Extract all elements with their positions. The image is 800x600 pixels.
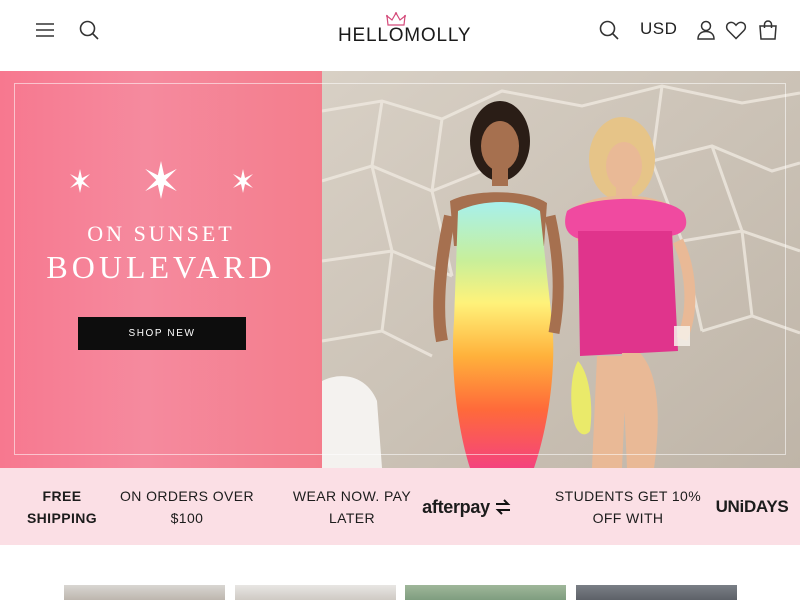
hero-image[interactable] (322, 71, 800, 468)
sparkle-icon (233, 169, 253, 193)
crown-icon (386, 12, 406, 26)
product-thumbnail[interactable] (576, 585, 737, 600)
product-thumbnail[interactable] (64, 585, 225, 600)
product-thumbnail[interactable] (235, 585, 396, 600)
logo-text: HELLOMOLLY (338, 25, 472, 46)
hero-photo (322, 71, 800, 468)
search-icon[interactable] (77, 18, 101, 42)
shop-new-button[interactable]: SHOP NEW (78, 317, 246, 350)
currency-selector[interactable]: USD (640, 19, 677, 39)
user-icon[interactable] (694, 18, 718, 42)
menu-icon[interactable] (33, 18, 57, 42)
hero-subtitle: ON SUNSET (87, 221, 235, 246)
afterpay-arrows-icon (495, 498, 511, 515)
free-shipping-text: FREE SHIPPING (26, 487, 98, 526)
afterpay-text: afterpay (422, 496, 490, 517)
promo-bar: FREE SHIPPING ON ORDERS OVER $100 WEAR N… (0, 468, 800, 545)
heart-icon[interactable] (724, 18, 748, 42)
decorative-stars (0, 161, 322, 201)
hero-text-panel: ON SUNSET BOULEVARD SHOP NEW (0, 71, 322, 468)
hero-title: BOULEVARD (46, 249, 276, 285)
wear-now-text: WEAR NOW. PAY LATER (292, 487, 412, 526)
hero-banner[interactable]: ON SUNSET BOULEVARD SHOP NEW (0, 71, 800, 468)
students-text: STUDENTS GET 10% OFF WITH (554, 487, 702, 526)
shopping-bag-icon[interactable] (756, 18, 780, 42)
unidays-logo[interactable]: UNiDAYS (715, 468, 789, 545)
site-header: HELLOMOLLY USD (0, 0, 800, 70)
orders-over-text: ON ORDERS OVER $100 (120, 487, 254, 526)
product-row (0, 545, 800, 600)
brand-logo[interactable]: HELLOMOLLY (338, 12, 472, 46)
search-icon[interactable] (597, 18, 621, 42)
unidays-text: UNiDAYS (715, 496, 789, 516)
sparkle-icon (70, 169, 90, 193)
afterpay-logo[interactable]: afterpay (418, 468, 518, 545)
sparkle-icon (145, 161, 177, 199)
product-thumbnail[interactable] (405, 585, 566, 600)
